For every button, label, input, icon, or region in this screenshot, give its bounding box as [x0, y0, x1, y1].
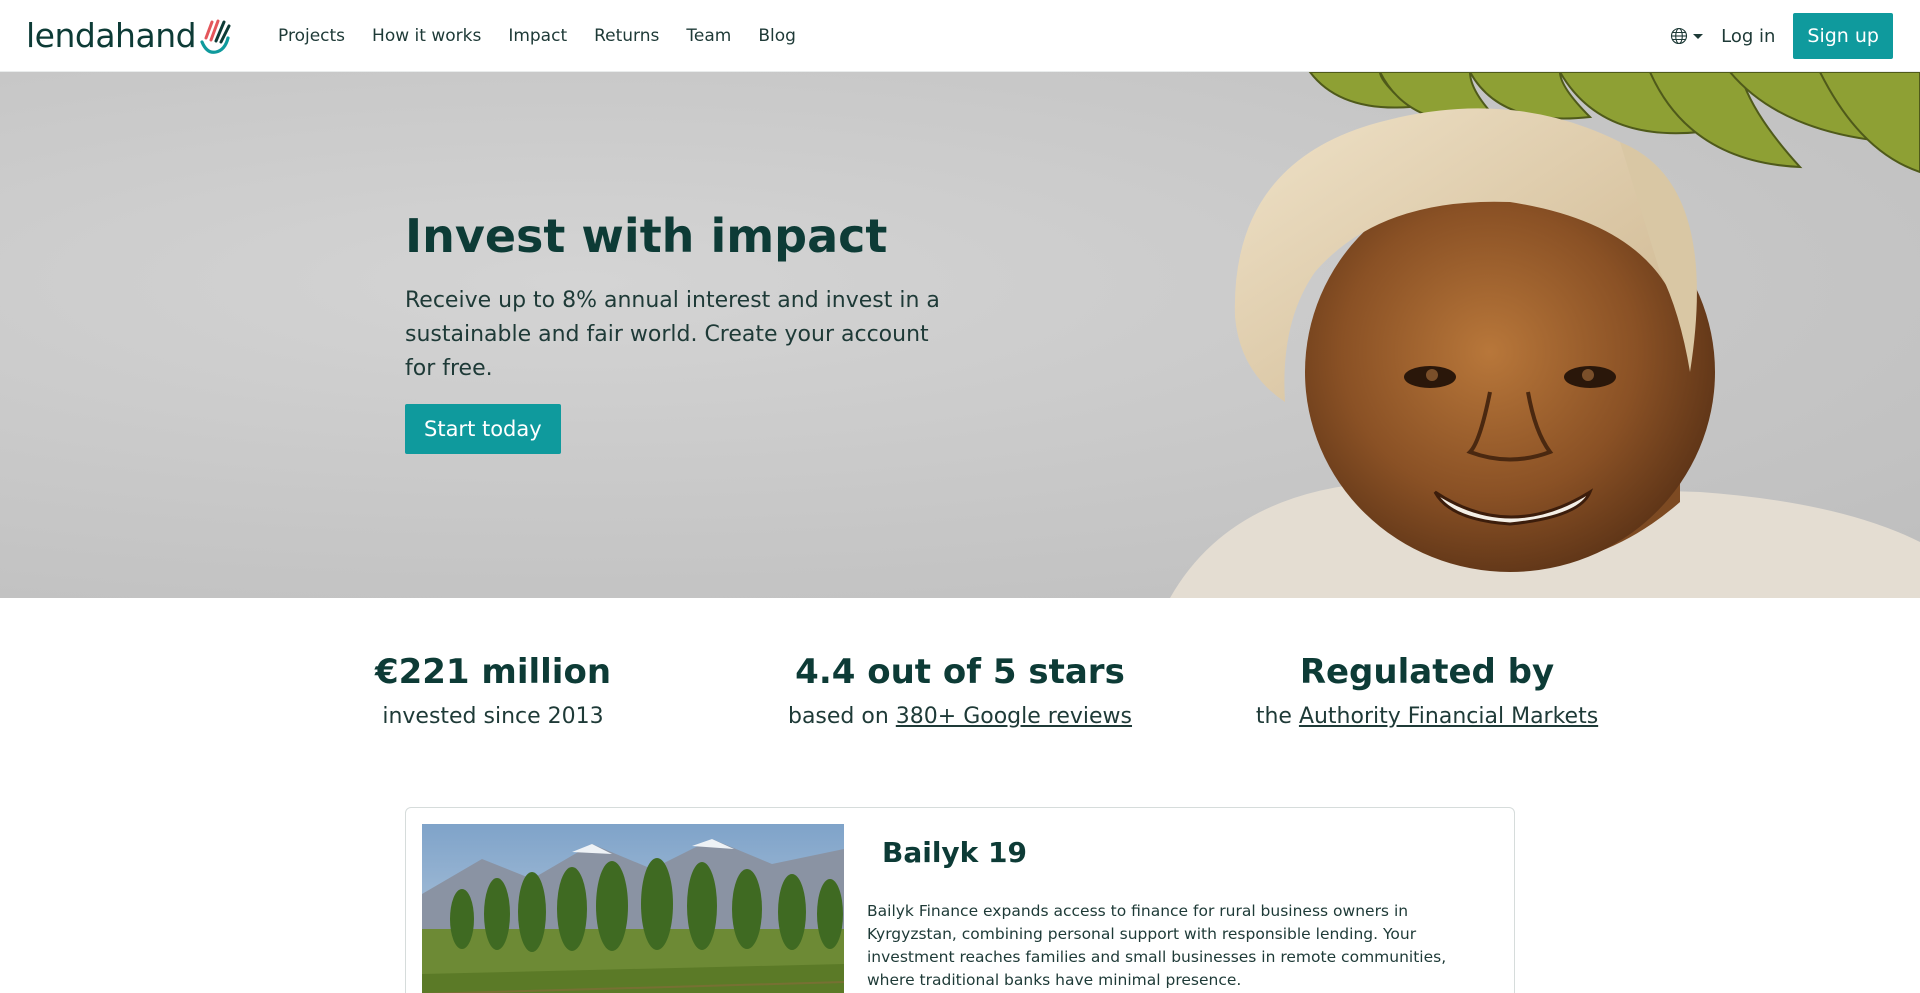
- nav-impact[interactable]: Impact: [508, 26, 567, 46]
- nav-projects[interactable]: Projects: [278, 26, 345, 46]
- project-photo-trees-field: [422, 824, 844, 993]
- stat-caption: the Authority Financial Markets: [1197, 700, 1657, 734]
- main-menu: Projects How it works Impact Returns Tea…: [278, 0, 823, 72]
- top-navigation: lendahand Projects How it works Impact R…: [0, 0, 1920, 72]
- stat-headline: €221 million: [374, 652, 612, 692]
- stat-headline: 4.4 out of 5 stars: [795, 652, 1125, 692]
- nav-team[interactable]: Team: [686, 26, 731, 46]
- chevron-down-icon: [1693, 33, 1704, 39]
- lendahand-logo[interactable]: lendahand: [26, 16, 232, 56]
- nav-blog[interactable]: Blog: [758, 26, 796, 46]
- project-card[interactable]: Bailyk 19 Bailyk Finance expands access …: [405, 807, 1515, 993]
- nav-actions: Log in Sign up: [1670, 13, 1893, 59]
- stat-regulation: Regulated by the Authority Financial Mar…: [1197, 648, 1657, 734]
- afm-link[interactable]: Authority Financial Markets: [1299, 704, 1598, 729]
- stat-rating: 4.4 out of 5 stars based on 380+ Google …: [730, 648, 1190, 734]
- project-title: Bailyk 19: [882, 836, 1028, 869]
- stat-headline: Regulated by: [1299, 652, 1555, 692]
- hero-banner: Invest with impact Receive up to 8% annu…: [0, 72, 1920, 598]
- stat-caption: based on 380+ Google reviews: [730, 700, 1190, 734]
- google-reviews-link[interactable]: 380+ Google reviews: [896, 704, 1132, 729]
- language-selector[interactable]: [1670, 27, 1704, 45]
- hero-copy: Invest with impact Receive up to 8% annu…: [405, 208, 965, 454]
- hand-check-icon: [200, 19, 231, 54]
- nav-returns[interactable]: Returns: [594, 26, 659, 46]
- stat-caption-prefix: based on: [787, 704, 896, 729]
- nav-how-it-works[interactable]: How it works: [372, 26, 481, 46]
- logo-wordmark: lendahand: [26, 16, 197, 55]
- signup-button[interactable]: Sign up: [1793, 13, 1893, 59]
- hero-subtitle: Receive up to 8% annual interest and inv…: [405, 288, 940, 381]
- hero-photo-woman-with-bananas: [1170, 72, 1920, 598]
- hero-title: Invest with impact: [405, 209, 888, 263]
- start-today-button[interactable]: Start today: [405, 404, 561, 454]
- stat-caption: invested since 2013: [382, 704, 604, 729]
- stat-invested: €221 million invested since 2013: [263, 648, 723, 734]
- login-link[interactable]: Log in: [1721, 26, 1775, 47]
- stat-caption-prefix: the: [1255, 704, 1299, 729]
- project-description: Bailyk Finance expands access to finance…: [867, 902, 1447, 989]
- globe-icon: [1671, 27, 1688, 45]
